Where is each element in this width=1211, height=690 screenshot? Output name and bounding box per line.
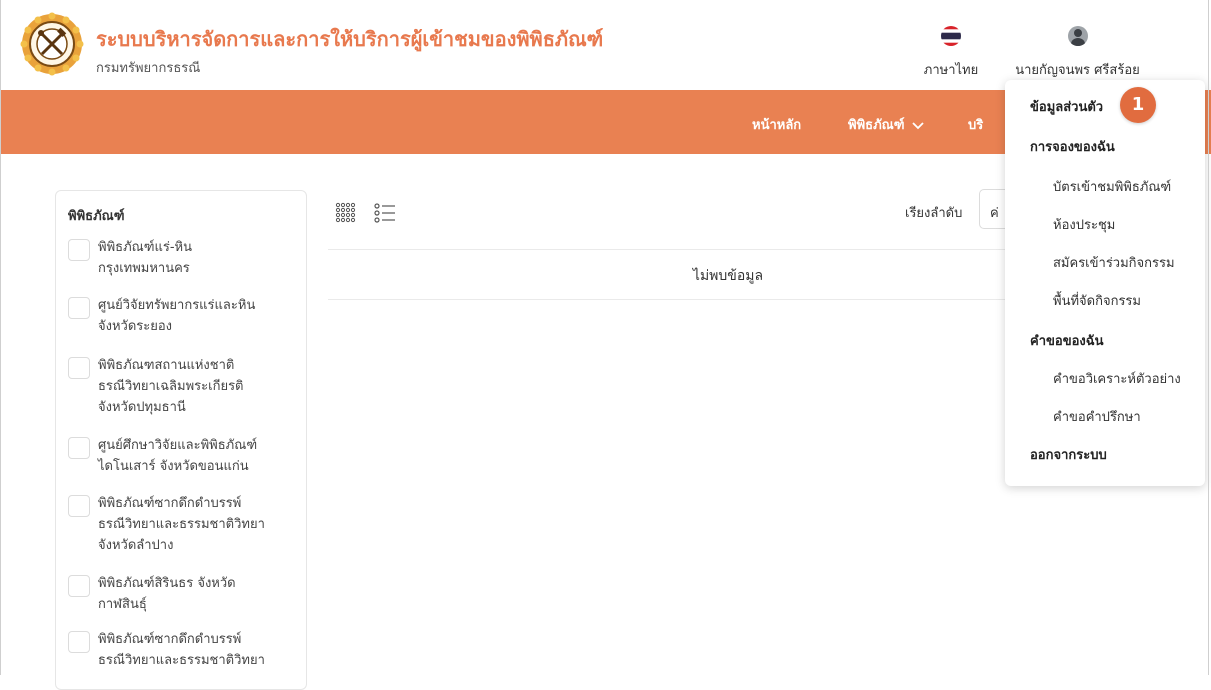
table-divider xyxy=(328,249,1018,250)
menu-consultation-request[interactable]: คำขอคำปรึกษา xyxy=(1053,406,1141,427)
museum-label: พิพิธภัณฑสถานแห่งชาติ ธรณีวิทยาเฉลิมพระเ… xyxy=(98,355,298,418)
museum-label-line: ธรณีวิทยาเฉลิมพระเกียรติ xyxy=(98,379,244,394)
museum-label-line: ไดโนเสาร์ จังหวัดขอนแก่น xyxy=(98,459,249,474)
museum-checkbox[interactable] xyxy=(68,631,90,653)
museum-label-line: พิพิธภัณฑ์ซากดึกดำบรรพ์ xyxy=(98,496,242,511)
museum-label: พิพิธภัณฑ์สิรินธร จังหวัด กาฬสินธุ์ xyxy=(98,573,298,615)
museum-label-line: ธรณีวิทยาและธรรมชาติวิทยา xyxy=(98,517,265,532)
museum-label-line: กรุงเทพมหานคร xyxy=(98,261,190,276)
museum-label-line: จังหวัดปทุมธานี xyxy=(98,400,186,415)
site-header: ระบบบริหารจัดการและการให้บริการผู้เข้าชม… xyxy=(0,0,1211,90)
menu-my-bookings[interactable]: การจองของฉัน xyxy=(1030,136,1115,157)
museum-label: ศูนย์วิจัยทรัพยากรแร่และหิน จังหวัดระยอง xyxy=(98,295,298,337)
museum-label-line: พิพิธภัณฑ์ซากดึกดำบรรพ์ xyxy=(98,632,242,647)
museum-label-line: ธรณีวิทยาและธรรมชาติวิทยา xyxy=(98,653,265,668)
menu-museum-ticket[interactable]: บัตรเข้าชมพิพิธภัณฑ์ xyxy=(1053,176,1171,197)
site-subtitle: กรมทรัพยากรธรณี xyxy=(96,61,201,76)
museum-label-line: จังหวัดระยอง xyxy=(98,319,173,334)
museum-filter-panel: พิพิธภัณฑ์ พิพิธภัณฑ์แร่-หิน กรุงเทพมหาน… xyxy=(55,190,307,690)
thai-flag-icon xyxy=(941,26,961,46)
museum-label-line: ศูนย์ศึกษาวิจัยและพิพิธภัณฑ์ xyxy=(98,438,258,453)
museum-label-line: จังหวัดลำปาง xyxy=(98,538,174,553)
table-divider xyxy=(328,299,1018,300)
menu-sample-analysis-request[interactable]: คำขอวิเคราะห์ตัวอย่าง xyxy=(1053,368,1181,389)
museum-label-line: พิพิธภัณฑ์แร่-หิน xyxy=(98,240,193,255)
user-avatar-icon xyxy=(1067,26,1088,46)
filter-title: พิพิธภัณฑ์ xyxy=(68,209,125,224)
sort-select-value: ค่ xyxy=(990,206,999,221)
site-title[interactable]: ระบบบริหารจัดการและการให้บริการผู้เข้าชม… xyxy=(96,23,603,55)
nav-museum[interactable]: พิพิธภัณฑ์ xyxy=(848,114,924,135)
user-menu-toggle[interactable]: นายกัญจนพร ศรีสร้อย xyxy=(995,26,1160,80)
menu-meeting-room[interactable]: ห้องประชุม xyxy=(1053,214,1115,235)
museum-checkbox[interactable] xyxy=(68,495,90,517)
menu-profile[interactable]: ข้อมูลส่วนตัว xyxy=(1030,96,1103,117)
museum-label-line: ศูนย์วิจัยทรัพยากรแร่และหิน xyxy=(98,298,256,313)
museum-checkbox[interactable] xyxy=(68,575,90,597)
nav-home[interactable]: หน้าหลัก xyxy=(752,114,801,135)
museum-label-line: พิพิธภัณฑสถานแห่งชาติ xyxy=(98,358,235,373)
menu-logout[interactable]: ออกจากระบบ xyxy=(1030,444,1107,465)
chevron-down-icon xyxy=(912,121,924,129)
list-view-icon[interactable] xyxy=(374,202,396,224)
sort-label: เรียงลำดับ xyxy=(905,206,963,221)
grid-view-icon[interactable] xyxy=(335,202,357,224)
museum-checkbox[interactable] xyxy=(68,437,90,459)
museum-checkbox[interactable] xyxy=(68,357,90,379)
museum-label: พิพิธภัณฑ์ซากดึกดำบรรพ์ ธรณีวิทยาและธรรม… xyxy=(98,629,298,671)
step-badge: 1 xyxy=(1120,87,1156,123)
museum-label-line: กาฬสินธุ์ xyxy=(98,597,147,612)
nav-museum-label: พิพิธภัณฑ์ xyxy=(848,118,905,133)
language-switch[interactable]: ภาษาไทย xyxy=(918,26,984,80)
museum-label-line: พิพิธภัณฑ์สิรินธร จังหวัด xyxy=(98,576,236,591)
nav-services[interactable]: บริ xyxy=(968,114,983,135)
user-dropdown-menu: ข้อมูลส่วนตัว การจองของฉัน บัตรเข้าชมพิพ… xyxy=(1005,80,1205,486)
menu-activity-space[interactable]: พื้นที่จัดกิจกรรม xyxy=(1053,290,1141,311)
museum-label: ศูนย์ศึกษาวิจัยและพิพิธภัณฑ์ ไดโนเสาร์ จ… xyxy=(98,435,298,477)
museum-checkbox[interactable] xyxy=(68,239,90,261)
menu-join-activity[interactable]: สมัครเข้าร่วมกิจกรรม xyxy=(1053,252,1175,273)
language-label: ภาษาไทย xyxy=(923,63,979,78)
museum-label: พิพิธภัณฑ์แร่-หิน กรุงเทพมหานคร xyxy=(98,237,298,279)
museum-checkbox[interactable] xyxy=(68,297,90,319)
department-logo[interactable] xyxy=(20,12,84,76)
menu-my-requests[interactable]: คำขอของฉัน xyxy=(1030,330,1103,351)
museum-label: พิพิธภัณฑ์ซากดึกดำบรรพ์ ธรณีวิทยาและธรรม… xyxy=(98,493,298,556)
user-name: นายกัญจนพร ศรีสร้อย xyxy=(1015,63,1140,78)
